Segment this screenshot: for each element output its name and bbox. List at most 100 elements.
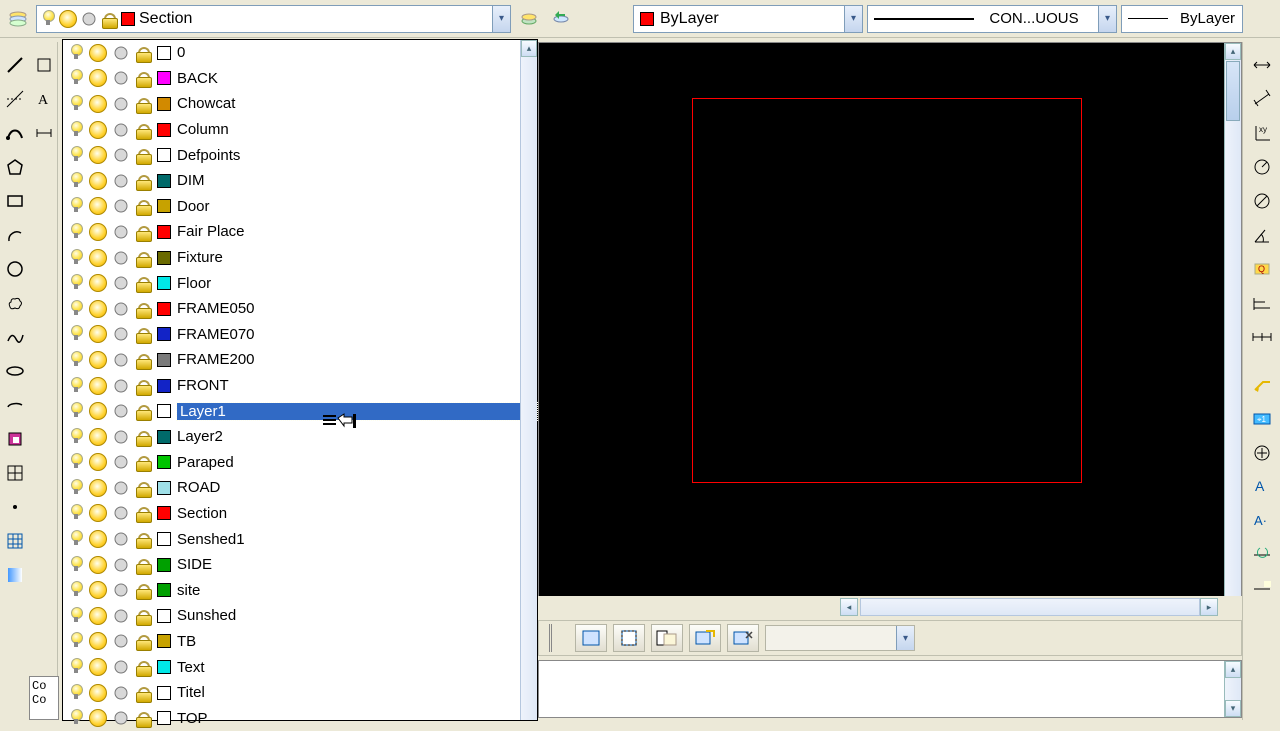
linetype-dropdown[interactable]: CON...UOUS ▾: [867, 5, 1117, 33]
layer-row[interactable]: Layer2: [63, 424, 537, 450]
layer-row[interactable]: FRAME200: [63, 347, 537, 373]
lock-icon[interactable]: [135, 658, 151, 676]
lock-icon[interactable]: [135, 556, 151, 574]
color-swatch[interactable]: [157, 379, 171, 393]
paper-space-button[interactable]: [613, 624, 645, 652]
lock-icon[interactable]: [135, 44, 151, 62]
scroll-down-button[interactable]: ▾: [1225, 700, 1241, 717]
layer-row[interactable]: ROAD: [63, 475, 537, 501]
lock-icon[interactable]: [135, 479, 151, 497]
sun-icon[interactable]: [89, 632, 107, 650]
viewport-scale-dropdown[interactable]: ▾: [765, 625, 915, 651]
model-space-button[interactable]: [575, 624, 607, 652]
color-swatch[interactable]: [157, 660, 171, 674]
bulb-icon[interactable]: [69, 658, 83, 676]
dim-update-tool[interactable]: [1249, 540, 1275, 570]
cmd-scrollbar-vertical[interactable]: ▴ ▾: [1224, 661, 1241, 717]
color-swatch[interactable]: [157, 46, 171, 60]
sun-icon[interactable]: [89, 300, 107, 318]
hatch-tool[interactable]: [2, 526, 28, 556]
freeze-vp-icon[interactable]: [113, 300, 129, 318]
color-swatch[interactable]: [157, 123, 171, 137]
freeze-vp-icon[interactable]: [113, 607, 129, 625]
dim-text-edit-tool[interactable]: A·: [1249, 506, 1275, 536]
color-swatch[interactable]: [157, 609, 171, 623]
layer-row[interactable]: Senshed1: [63, 526, 537, 552]
scroll-thumb[interactable]: [1226, 61, 1240, 121]
sun-icon[interactable]: [89, 684, 107, 702]
lock-icon[interactable]: [135, 581, 151, 599]
bulb-icon[interactable]: [69, 69, 83, 87]
color-dropdown[interactable]: ByLayer ▾: [633, 5, 863, 33]
bulb-icon[interactable]: [69, 351, 83, 369]
layer-row[interactable]: site: [63, 577, 537, 603]
sun-icon[interactable]: [89, 197, 107, 215]
freeze-vp-icon[interactable]: [113, 44, 129, 62]
insert-block-tool[interactable]: [2, 424, 28, 454]
sun-icon[interactable]: [89, 69, 107, 87]
lock-icon[interactable]: [135, 325, 151, 343]
bulb-icon[interactable]: [69, 581, 83, 599]
bulb-icon[interactable]: [69, 146, 83, 164]
freeze-vp-icon[interactable]: [113, 632, 129, 650]
line-tool[interactable]: [2, 50, 28, 80]
freeze-vp-icon[interactable]: [113, 453, 129, 471]
freeze-vp-icon[interactable]: [113, 402, 129, 420]
dim-ordinate-tool[interactable]: xy: [1249, 118, 1275, 148]
ellipse-tool[interactable]: [2, 356, 28, 386]
bulb-icon[interactable]: [69, 530, 83, 548]
color-swatch[interactable]: [157, 302, 171, 316]
dim-tool[interactable]: [31, 118, 57, 148]
layer-dropdown-panel[interactable]: 0BACKChowcatColumnDefpointsDIMDoorFair P…: [62, 39, 538, 721]
bulb-icon[interactable]: [69, 172, 83, 190]
color-swatch[interactable]: [157, 174, 171, 188]
command-window[interactable]: ▴ ▾: [538, 660, 1242, 718]
layer-row[interactable]: Section: [63, 501, 537, 527]
lock-icon[interactable]: [135, 402, 151, 420]
gradient-tool[interactable]: [2, 560, 28, 590]
make-block-tool[interactable]: [2, 458, 28, 488]
sun-icon[interactable]: [89, 44, 107, 62]
lock-icon[interactable]: [135, 197, 151, 215]
freeze-vp-icon[interactable]: [113, 249, 129, 267]
sun-icon[interactable]: [89, 453, 107, 471]
color-swatch[interactable]: [157, 327, 171, 341]
freeze-vp-icon[interactable]: [113, 69, 129, 87]
arc-tool[interactable]: [2, 220, 28, 250]
layer-row[interactable]: Fixture: [63, 245, 537, 271]
freeze-vp-icon[interactable]: [113, 223, 129, 241]
scroll-left-button[interactable]: ◂: [840, 598, 858, 616]
scroll-right-button[interactable]: ▸: [1200, 598, 1218, 616]
color-swatch[interactable]: [157, 404, 171, 418]
layer-row[interactable]: Chowcat: [63, 91, 537, 117]
bulb-icon[interactable]: [69, 709, 83, 727]
bulb-icon[interactable]: [69, 607, 83, 625]
lock-icon[interactable]: [135, 351, 151, 369]
clip-viewport-button[interactable]: [727, 624, 759, 652]
lock-icon[interactable]: [135, 709, 151, 727]
dim-diameter-tool[interactable]: [1249, 186, 1275, 216]
sun-icon[interactable]: [89, 351, 107, 369]
layer-row[interactable]: Paraped: [63, 450, 537, 476]
layer-row[interactable]: Fair Place: [63, 219, 537, 245]
center-mark-tool[interactable]: [1249, 438, 1275, 468]
lock-icon[interactable]: [135, 377, 151, 395]
freeze-vp-icon[interactable]: [113, 479, 129, 497]
sun-icon[interactable]: [89, 146, 107, 164]
freeze-vp-icon[interactable]: [113, 197, 129, 215]
color-swatch[interactable]: [157, 506, 171, 520]
circle-tool[interactable]: [2, 254, 28, 284]
lock-icon[interactable]: [135, 95, 151, 113]
lock-icon[interactable]: [135, 684, 151, 702]
sun-icon[interactable]: [89, 709, 107, 727]
bulb-icon[interactable]: [69, 95, 83, 113]
freeze-vp-icon[interactable]: [113, 121, 129, 139]
color-swatch[interactable]: [157, 583, 171, 597]
color-swatch[interactable]: [157, 634, 171, 648]
bulb-icon[interactable]: [69, 632, 83, 650]
construction-line-tool[interactable]: [2, 84, 28, 114]
color-swatch[interactable]: [157, 532, 171, 546]
bulb-icon[interactable]: [69, 44, 83, 62]
quick-dim-tool[interactable]: Q: [1249, 254, 1275, 284]
color-swatch[interactable]: [157, 276, 171, 290]
